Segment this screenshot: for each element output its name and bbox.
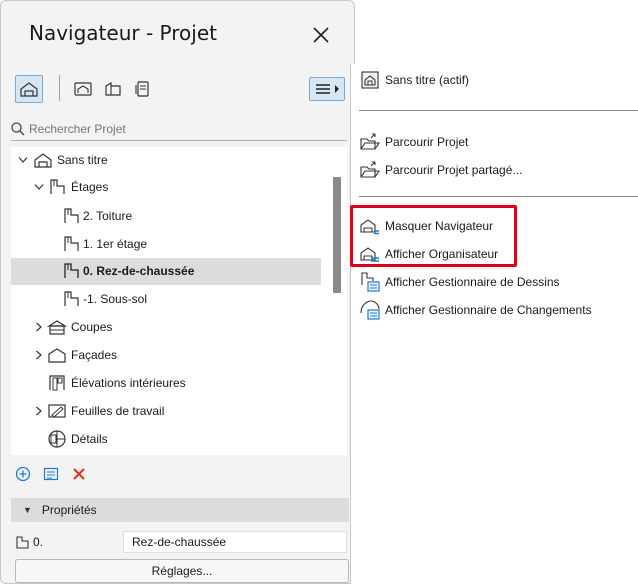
chevron-right-icon[interactable] xyxy=(33,405,45,417)
menu-item-label: Parcourir Projet xyxy=(385,135,469,149)
project-file-icon xyxy=(359,70,381,90)
navigator-panel: Navigateur - Projet Sans titre xyxy=(0,0,355,584)
drawing-manager-icon xyxy=(359,272,381,292)
properties-row: 0. Rez-de-chaussée xyxy=(11,531,349,553)
chevron-down-icon[interactable] xyxy=(33,181,45,193)
menu-item-gestionnaire-dessins[interactable]: Afficher Gestionnaire de Dessins xyxy=(351,268,638,296)
search-icon xyxy=(11,121,25,135)
story-number: 0. xyxy=(33,535,44,549)
story-name-field[interactable]: Rez-de-chaussée xyxy=(123,531,347,553)
toolbar-separator xyxy=(59,75,60,101)
layout-book-icon xyxy=(105,81,121,96)
delete-button[interactable] xyxy=(69,464,89,484)
navigator-title: Navigateur - Projet xyxy=(29,21,217,45)
story-icon xyxy=(16,536,29,549)
properties-header[interactable]: ▼ Propriétés xyxy=(11,498,349,522)
menu-item-label: Parcourir Projet partagé... xyxy=(385,163,523,177)
chevron-down-icon[interactable] xyxy=(17,154,29,166)
tree-item-label: -1. Sous-sol xyxy=(83,292,148,306)
menu-item-label: Afficher Gestionnaire de Changements xyxy=(385,303,592,317)
tree-item-facades[interactable]: Façades xyxy=(11,342,321,369)
navigator-dropdown-menu: Sans titre (actif) Parcourir Projet Parc… xyxy=(350,64,638,584)
list-icon xyxy=(43,467,59,481)
properties-title: Propriétés xyxy=(41,503,97,517)
tree-actions xyxy=(11,461,211,487)
tree-item-label: Étages xyxy=(71,180,109,194)
tree-item-label: Élévations intérieures xyxy=(71,376,186,390)
add-button[interactable] xyxy=(13,464,33,484)
tree-item-rez-de-chaussee[interactable]: 0. Rez-de-chaussée xyxy=(11,258,321,285)
story-icon xyxy=(61,262,81,280)
collapse-triangle-icon: ▼ xyxy=(23,505,32,515)
story-icon xyxy=(61,290,81,308)
sections-icon xyxy=(47,318,67,336)
view-map-icon xyxy=(74,82,92,96)
tree-item-label: Sans titre xyxy=(57,153,108,167)
interior-elevations-icon xyxy=(47,374,67,392)
tree-item-label: 2. Toiture xyxy=(83,209,133,223)
tree-scrollbar[interactable] xyxy=(333,177,341,293)
project-map-button[interactable] xyxy=(15,75,43,103)
tree-item-1er-etage[interactable]: 1. 1er étage xyxy=(11,231,321,258)
tree-item-elevations-interieures[interactable]: Élévations intérieures xyxy=(11,370,321,397)
project-tree: Sans titre Étages 2. Toiture 1. 1er étag… xyxy=(11,147,347,455)
search-box[interactable] xyxy=(11,117,347,141)
close-button[interactable] xyxy=(305,19,337,51)
hamburger-icon xyxy=(315,84,330,94)
close-icon xyxy=(313,27,329,43)
caret-right-icon xyxy=(334,85,339,93)
menu-item-parcourir-projet[interactable]: Parcourir Projet xyxy=(351,128,638,156)
chevron-right-icon[interactable] xyxy=(33,321,45,333)
browse-shared-icon xyxy=(359,160,381,180)
layout-book-button[interactable] xyxy=(99,75,127,103)
project-icon xyxy=(33,151,53,169)
menu-item-label: Afficher Gestionnaire de Dessins xyxy=(385,275,560,289)
publisher-sets-icon xyxy=(135,81,149,97)
tree-item-etages[interactable]: Étages xyxy=(11,174,321,201)
tree-item-label: Façades xyxy=(71,348,118,362)
stories-icon xyxy=(47,178,67,196)
tree-item-sous-sol[interactable]: -1. Sous-sol xyxy=(11,286,321,313)
navigator-titlebar: Navigateur - Projet xyxy=(1,1,354,65)
worksheets-icon xyxy=(47,402,67,420)
menu-item-gestionnaire-changements[interactable]: Afficher Gestionnaire de Changements xyxy=(351,296,638,324)
menu-separator xyxy=(359,110,638,111)
menu-separator xyxy=(359,196,638,197)
browse-project-icon xyxy=(359,132,381,152)
menu-item-label: Sans titre (actif) xyxy=(385,73,470,87)
highlight-box xyxy=(350,205,517,267)
add-icon xyxy=(15,466,31,482)
menu-item-parcourir-projet-partage[interactable]: Parcourir Projet partagé... xyxy=(351,156,638,184)
tree-item-feuilles-de-travail[interactable]: Feuilles de travail xyxy=(11,398,321,425)
story-icon xyxy=(61,207,81,225)
tree-item-toiture[interactable]: 2. Toiture xyxy=(11,203,321,230)
menu-item-sans-titre[interactable]: Sans titre (actif) xyxy=(351,66,638,94)
delete-icon xyxy=(73,468,85,480)
details-icon xyxy=(47,430,67,448)
project-map-icon xyxy=(20,82,38,97)
tree-item-label: Coupes xyxy=(71,320,113,334)
tree-item-label: Feuilles de travail xyxy=(71,404,165,418)
settings-button[interactable]: Réglages... xyxy=(15,559,349,583)
search-input[interactable] xyxy=(29,121,329,136)
change-manager-icon xyxy=(359,300,381,320)
view-map-button[interactable] xyxy=(69,75,97,103)
tree-item-label: 1. 1er étage xyxy=(83,237,148,251)
tree-item-label: Détails xyxy=(71,432,108,446)
tree-item-sans-titre[interactable]: Sans titre xyxy=(11,147,321,174)
tree-item-coupes[interactable]: Coupes xyxy=(11,314,321,341)
tree-item-details[interactable]: Détails xyxy=(11,426,321,453)
publisher-sets-button[interactable] xyxy=(129,75,157,103)
story-icon xyxy=(61,235,81,253)
chevron-right-icon[interactable] xyxy=(33,349,45,361)
properties-button[interactable] xyxy=(41,464,61,484)
elevations-icon xyxy=(47,346,67,364)
tree-item-label: 0. Rez-de-chaussée xyxy=(83,264,195,278)
navigator-menu-button[interactable] xyxy=(309,77,345,101)
